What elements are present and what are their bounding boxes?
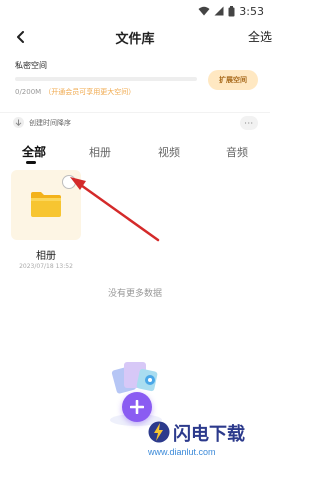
storage-used-text: 0/200M <box>15 88 42 96</box>
folder-date: 2023/07/18 13:52 <box>19 263 73 270</box>
storage-upgrade-hint: （开通会员可享用更大空间） <box>44 88 136 96</box>
more-icon[interactable]: ··· <box>240 116 258 130</box>
sort-row: 创建时间降序 ··· <box>0 114 270 132</box>
sort-label[interactable]: 创建时间降序 <box>29 118 71 128</box>
expand-space-button[interactable]: 扩展空间 <box>208 70 258 90</box>
lightning-logo-icon <box>148 421 170 443</box>
sort-down-icon[interactable] <box>13 117 24 128</box>
battery-icon <box>228 5 235 16</box>
tab-video[interactable]: 视频 <box>158 144 180 160</box>
storage-usage: 0/200M （开通会员可享用更大空间） <box>15 87 135 97</box>
folder-icon <box>31 192 61 217</box>
private-space-title: 私密空间 <box>15 61 47 70</box>
private-space-card: 私密空间 0/200M （开通会员可享用更大空间） 扩展空间 <box>0 56 270 108</box>
folder-name: 相册 <box>36 251 56 262</box>
tab-audio[interactable]: 音频 <box>226 144 248 160</box>
plus-icon <box>130 400 144 414</box>
tab-all[interactable]: 全部 <box>22 143 46 160</box>
wifi-icon <box>198 6 210 16</box>
tab-album[interactable]: 相册 <box>89 144 111 160</box>
watermark: 闪电下载 www.dianlut.com <box>148 416 270 476</box>
watermark-brand: 闪电下载 <box>173 424 245 445</box>
signal-icon <box>214 6 224 16</box>
header: 文件库 全选 <box>0 22 272 52</box>
folder-select-checkbox[interactable] <box>62 175 76 189</box>
page-title: 文件库 <box>115 32 155 47</box>
active-tab-indicator <box>26 161 36 164</box>
folder-item[interactable] <box>11 170 81 240</box>
status-bar: 3:53 <box>0 0 270 22</box>
status-time: 3:53 <box>239 4 264 18</box>
select-all-button[interactable]: 全选 <box>248 28 272 45</box>
divider <box>0 112 270 113</box>
empty-message: 没有更多数据 <box>107 289 162 299</box>
category-tabs: 全部 相册 视频 音频 <box>0 140 270 164</box>
watermark-url: www.dianlut.com <box>148 447 216 457</box>
storage-progress-bar <box>15 77 197 81</box>
